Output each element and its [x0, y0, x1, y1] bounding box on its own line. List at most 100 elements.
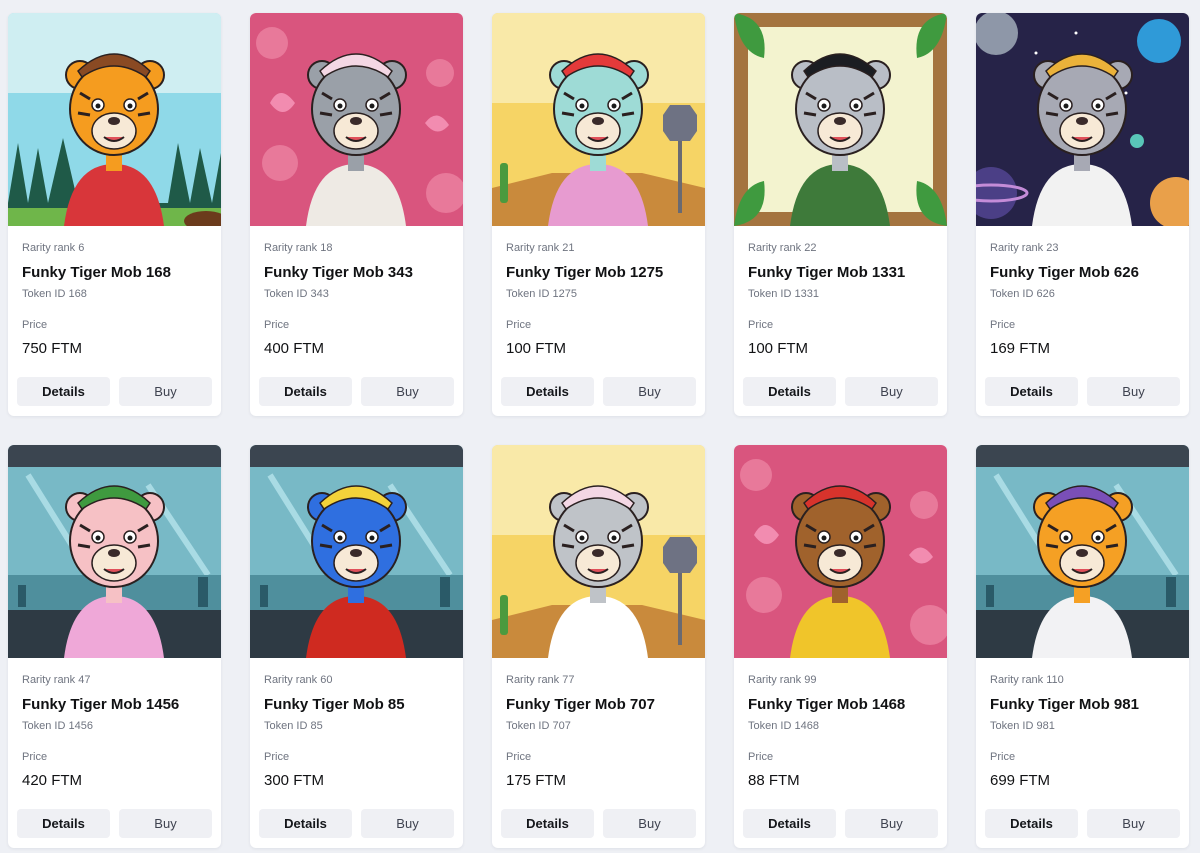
nft-card[interactable]: Rarity rank 6 Funky Tiger Mob 168 Token … — [8, 13, 221, 416]
rarity-rank: Rarity rank 99 — [748, 674, 817, 686]
card-actions: Details Buy — [259, 809, 454, 838]
nft-name[interactable]: Funky Tiger Mob 1275 — [506, 264, 691, 282]
details-button[interactable]: Details — [743, 377, 836, 406]
tiger-illustration — [8, 445, 221, 658]
token-id: Token ID 1456 — [22, 720, 93, 732]
rarity-rank: Rarity rank 21 — [506, 242, 575, 254]
nft-artwork[interactable] — [492, 13, 705, 226]
tiger-illustration — [734, 445, 947, 658]
card-info: Rarity rank 21 Funky Tiger Mob 1275 Toke… — [492, 242, 705, 358]
buy-button[interactable]: Buy — [1087, 809, 1180, 838]
buy-button[interactable]: Buy — [361, 377, 454, 406]
details-button[interactable]: Details — [259, 809, 352, 838]
nft-card[interactable]: Rarity rank 110 Funky Tiger Mob 981 Toke… — [976, 445, 1189, 848]
price-label: Price — [506, 319, 532, 331]
nft-artwork[interactable] — [8, 13, 221, 226]
nft-artwork[interactable] — [976, 13, 1189, 226]
buy-button[interactable]: Buy — [845, 809, 938, 838]
details-button[interactable]: Details — [17, 809, 110, 838]
details-button[interactable]: Details — [17, 377, 110, 406]
nft-card[interactable]: Rarity rank 23 Funky Tiger Mob 626 Token… — [976, 13, 1189, 416]
buy-button[interactable]: Buy — [1087, 377, 1180, 406]
rarity-rank: Rarity rank 60 — [264, 674, 333, 686]
token-id: Token ID 707 — [506, 720, 571, 732]
details-button[interactable]: Details — [501, 377, 594, 406]
card-actions: Details Buy — [985, 377, 1180, 406]
buy-button[interactable]: Buy — [845, 377, 938, 406]
price-label: Price — [990, 319, 1016, 331]
card-info: Rarity rank 6 Funky Tiger Mob 168 Token … — [8, 242, 221, 358]
nft-artwork[interactable] — [976, 445, 1189, 658]
nft-card[interactable]: Rarity rank 77 Funky Tiger Mob 707 Token… — [492, 445, 705, 848]
tiger-illustration — [734, 13, 947, 226]
price-value: 420 FTM — [22, 772, 83, 789]
rarity-rank: Rarity rank 110 — [990, 674, 1064, 686]
price-label: Price — [22, 319, 48, 331]
nft-artwork[interactable] — [492, 445, 705, 658]
token-id: Token ID 168 — [22, 288, 87, 300]
buy-button[interactable]: Buy — [603, 809, 696, 838]
nft-artwork[interactable] — [250, 13, 463, 226]
card-actions: Details Buy — [743, 809, 938, 838]
buy-button[interactable]: Buy — [361, 809, 454, 838]
buy-button[interactable]: Buy — [119, 377, 212, 406]
nft-card[interactable]: Rarity rank 22 Funky Tiger Mob 1331 Toke… — [734, 13, 947, 416]
tiger-illustration — [250, 13, 463, 226]
nft-name[interactable]: Funky Tiger Mob 626 — [990, 264, 1175, 282]
price-label: Price — [748, 319, 774, 331]
nft-name[interactable]: Funky Tiger Mob 168 — [22, 264, 207, 282]
nft-card-grid: Rarity rank 6 Funky Tiger Mob 168 Token … — [0, 0, 1200, 853]
price-value: 169 FTM — [990, 340, 1051, 357]
price-label: Price — [506, 751, 532, 763]
nft-card[interactable]: Rarity rank 18 Funky Tiger Mob 343 Token… — [250, 13, 463, 416]
nft-name[interactable]: Funky Tiger Mob 1456 — [22, 696, 207, 714]
card-info: Rarity rank 110 Funky Tiger Mob 981 Toke… — [976, 674, 1189, 790]
details-button[interactable]: Details — [985, 377, 1078, 406]
tiger-illustration — [976, 445, 1189, 658]
details-button[interactable]: Details — [259, 377, 352, 406]
price-label: Price — [748, 751, 774, 763]
nft-card[interactable]: Rarity rank 47 Funky Tiger Mob 1456 Toke… — [8, 445, 221, 848]
price-value: 100 FTM — [748, 340, 809, 357]
nft-artwork[interactable] — [734, 13, 947, 226]
token-id: Token ID 1331 — [748, 288, 819, 300]
card-info: Rarity rank 18 Funky Tiger Mob 343 Token… — [250, 242, 463, 358]
nft-card[interactable]: Rarity rank 21 Funky Tiger Mob 1275 Toke… — [492, 13, 705, 416]
nft-name[interactable]: Funky Tiger Mob 1331 — [748, 264, 933, 282]
nft-artwork[interactable] — [8, 445, 221, 658]
nft-card[interactable]: Rarity rank 60 Funky Tiger Mob 85 Token … — [250, 445, 463, 848]
nft-artwork[interactable] — [734, 445, 947, 658]
price-value: 300 FTM — [264, 772, 325, 789]
card-info: Rarity rank 77 Funky Tiger Mob 707 Token… — [492, 674, 705, 790]
price-value: 400 FTM — [264, 340, 325, 357]
details-button[interactable]: Details — [501, 809, 594, 838]
nft-name[interactable]: Funky Tiger Mob 343 — [264, 264, 449, 282]
rarity-rank: Rarity rank 22 — [748, 242, 817, 254]
nft-name[interactable]: Funky Tiger Mob 981 — [990, 696, 1175, 714]
token-id: Token ID 343 — [264, 288, 329, 300]
price-value: 699 FTM — [990, 772, 1051, 789]
details-button[interactable]: Details — [985, 809, 1078, 838]
card-actions: Details Buy — [17, 377, 212, 406]
rarity-rank: Rarity rank 47 — [22, 674, 91, 686]
card-actions: Details Buy — [501, 377, 696, 406]
rarity-rank: Rarity rank 23 — [990, 242, 1059, 254]
buy-button[interactable]: Buy — [119, 809, 212, 838]
card-info: Rarity rank 60 Funky Tiger Mob 85 Token … — [250, 674, 463, 790]
details-button[interactable]: Details — [743, 809, 836, 838]
tiger-illustration — [250, 445, 463, 658]
nft-name[interactable]: Funky Tiger Mob 707 — [506, 696, 691, 714]
card-actions: Details Buy — [259, 377, 454, 406]
tiger-illustration — [976, 13, 1189, 226]
price-label: Price — [264, 751, 290, 763]
price-value: 175 FTM — [506, 772, 567, 789]
nft-artwork[interactable] — [250, 445, 463, 658]
nft-name[interactable]: Funky Tiger Mob 1468 — [748, 696, 933, 714]
rarity-rank: Rarity rank 6 — [22, 242, 85, 254]
buy-button[interactable]: Buy — [603, 377, 696, 406]
token-id: Token ID 1468 — [748, 720, 819, 732]
card-info: Rarity rank 23 Funky Tiger Mob 626 Token… — [976, 242, 1189, 358]
nft-name[interactable]: Funky Tiger Mob 85 — [264, 696, 449, 714]
rarity-rank: Rarity rank 77 — [506, 674, 575, 686]
nft-card[interactable]: Rarity rank 99 Funky Tiger Mob 1468 Toke… — [734, 445, 947, 848]
